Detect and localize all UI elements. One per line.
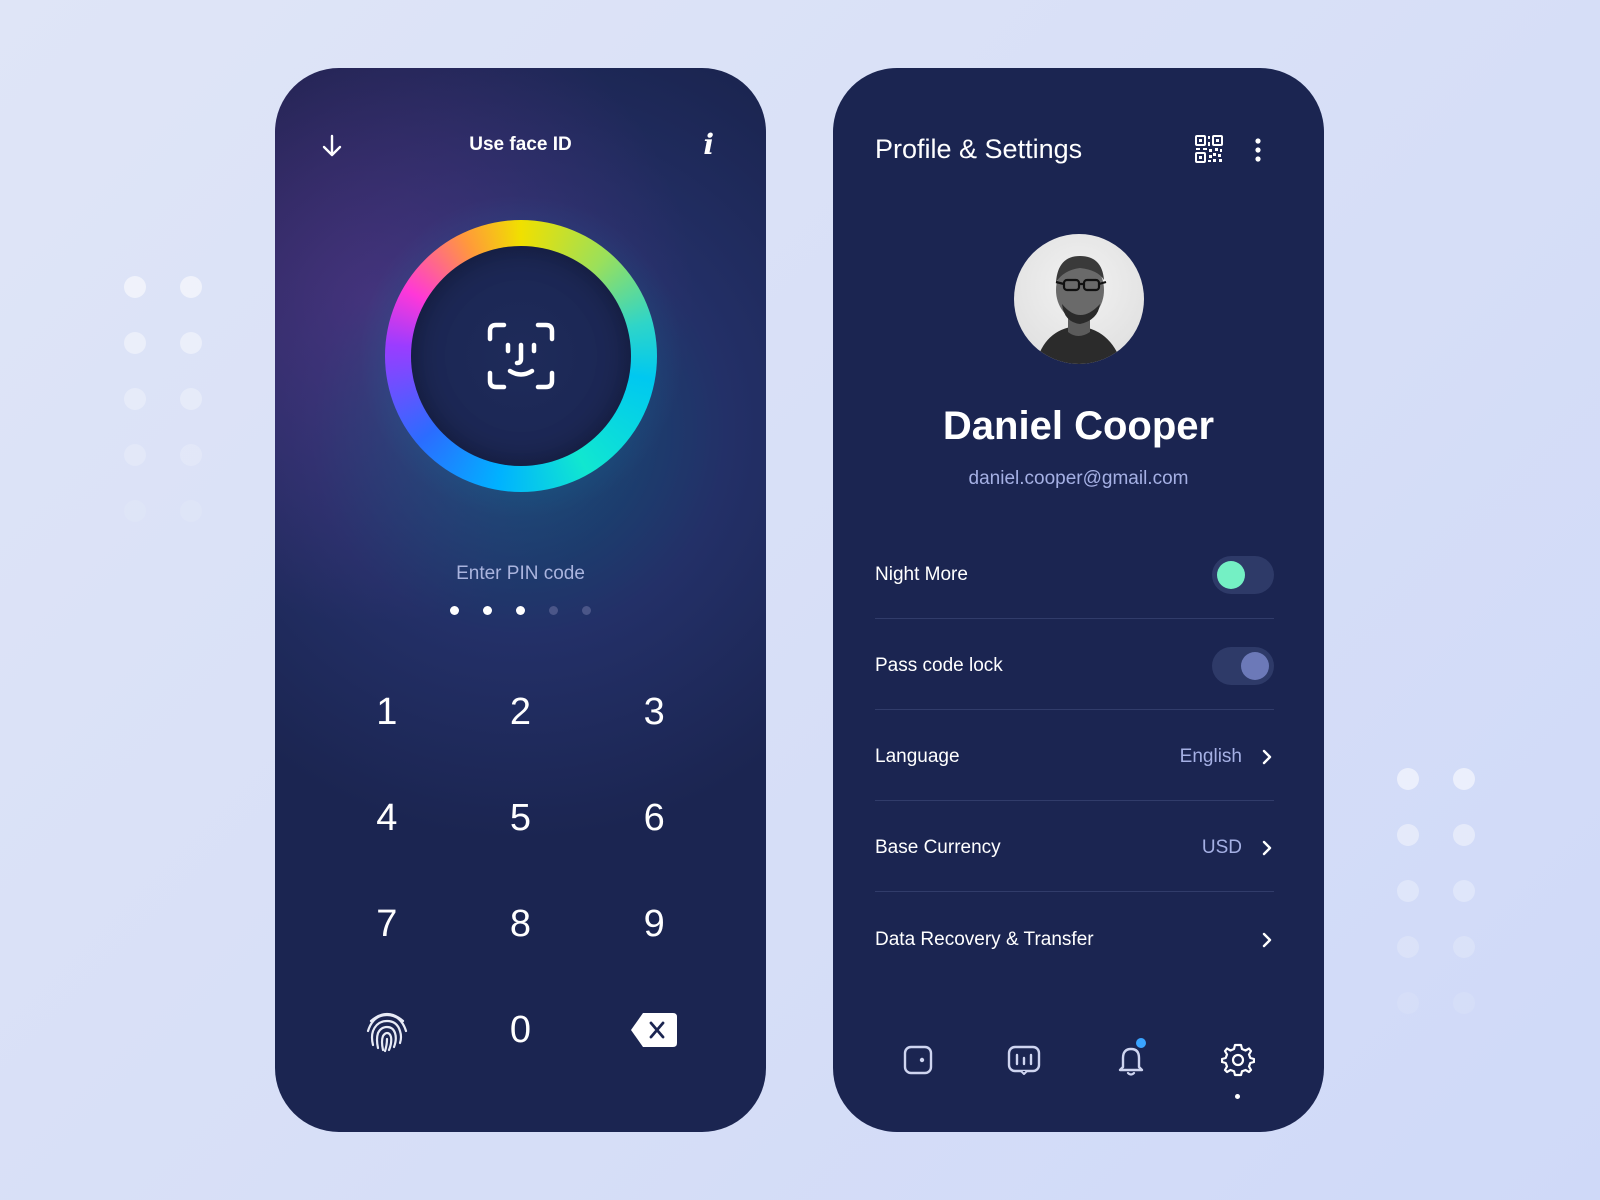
decor-dots-left bbox=[124, 276, 202, 522]
active-tab-indicator bbox=[1235, 1094, 1240, 1099]
tab-stats[interactable] bbox=[1004, 1040, 1044, 1080]
scanner-center bbox=[411, 246, 631, 466]
face-id-scanner[interactable] bbox=[345, 180, 697, 532]
face-id-screen: Use face ID i Enter PIN code 1 2 3 4 5 6… bbox=[275, 68, 766, 1132]
stats-icon bbox=[1007, 1045, 1041, 1075]
key-8[interactable]: 8 bbox=[454, 875, 588, 973]
key-7[interactable]: 7 bbox=[320, 875, 454, 973]
chevron-right-icon bbox=[1262, 840, 1272, 856]
pin-dot bbox=[582, 606, 591, 615]
setting-label: Language bbox=[875, 746, 960, 767]
wallet-icon bbox=[903, 1045, 933, 1075]
fingerprint-button[interactable] bbox=[320, 981, 454, 1079]
key-9[interactable]: 9 bbox=[587, 875, 721, 973]
key-4[interactable]: 4 bbox=[320, 769, 454, 867]
settings-list: Night More Pass code lock Language Engli… bbox=[875, 528, 1274, 983]
profile-name: Daniel Cooper bbox=[942, 404, 1215, 448]
pin-dot bbox=[483, 606, 492, 615]
backspace-icon bbox=[631, 1013, 678, 1047]
setting-label: Pass code lock bbox=[875, 655, 1003, 676]
setting-label: Base Currency bbox=[875, 837, 1001, 858]
pass-code-lock-toggle[interactable] bbox=[1212, 647, 1274, 685]
setting-language[interactable]: Language English bbox=[875, 710, 1274, 801]
pin-label: Enter PIN code bbox=[456, 563, 585, 584]
face-id-header: Use face ID i bbox=[275, 128, 766, 162]
pin-indicator bbox=[275, 606, 766, 615]
fingerprint-icon bbox=[366, 1012, 407, 1053]
chevron-right-icon bbox=[1262, 749, 1272, 765]
page-title: Profile & Settings bbox=[875, 134, 1083, 164]
chevron-right-icon bbox=[1262, 932, 1272, 947]
decor-dots-right bbox=[1397, 768, 1475, 1014]
key-2[interactable]: 2 bbox=[454, 663, 588, 761]
delete-button[interactable] bbox=[587, 981, 721, 1079]
keypad: 1 2 3 4 5 6 7 8 9 0 bbox=[320, 663, 721, 1079]
pin-dot bbox=[516, 606, 525, 615]
toggle-knob bbox=[1217, 561, 1245, 589]
gear-icon bbox=[1221, 1043, 1255, 1077]
setting-value: English bbox=[1179, 746, 1242, 767]
avatar[interactable] bbox=[1014, 234, 1144, 364]
key-6[interactable]: 6 bbox=[587, 769, 721, 867]
key-5[interactable]: 5 bbox=[454, 769, 588, 867]
tab-wallet[interactable] bbox=[898, 1040, 938, 1080]
setting-pass-code-lock[interactable]: Pass code lock bbox=[875, 619, 1274, 710]
setting-base-currency[interactable]: Base Currency USD bbox=[875, 801, 1274, 892]
key-3[interactable]: 3 bbox=[587, 663, 721, 761]
pin-dot bbox=[549, 606, 558, 615]
profile-email: daniel.cooper@gmail.com bbox=[968, 468, 1189, 489]
setting-value: USD bbox=[1201, 837, 1242, 858]
night-mode-toggle[interactable] bbox=[1212, 556, 1274, 594]
tab-notifications[interactable] bbox=[1111, 1038, 1151, 1080]
info-icon[interactable]: i bbox=[703, 128, 714, 161]
qr-code-icon[interactable] bbox=[1194, 134, 1224, 164]
notification-badge bbox=[1136, 1038, 1146, 1048]
tab-settings[interactable] bbox=[1218, 1040, 1258, 1099]
setting-data-recovery[interactable]: Data Recovery & Transfer bbox=[875, 892, 1274, 983]
key-0[interactable]: 0 bbox=[454, 981, 588, 1079]
more-vertical-icon[interactable] bbox=[1254, 138, 1262, 162]
avatar-photo bbox=[1036, 256, 1122, 364]
key-1[interactable]: 1 bbox=[320, 663, 454, 761]
setting-label: Data Recovery & Transfer bbox=[875, 928, 1094, 950]
toggle-knob bbox=[1241, 652, 1269, 680]
setting-label: Night More bbox=[875, 564, 968, 585]
setting-night-mode[interactable]: Night More bbox=[875, 528, 1274, 619]
pin-dot bbox=[450, 606, 459, 615]
face-id-icon bbox=[487, 322, 555, 390]
page-title: Use face ID bbox=[469, 134, 572, 155]
bottom-tab-bar bbox=[833, 1038, 1324, 1100]
profile-settings-screen: Profile & Settings Daniel Cooper daniel.… bbox=[833, 68, 1324, 1132]
bell-icon bbox=[1118, 1047, 1144, 1076]
